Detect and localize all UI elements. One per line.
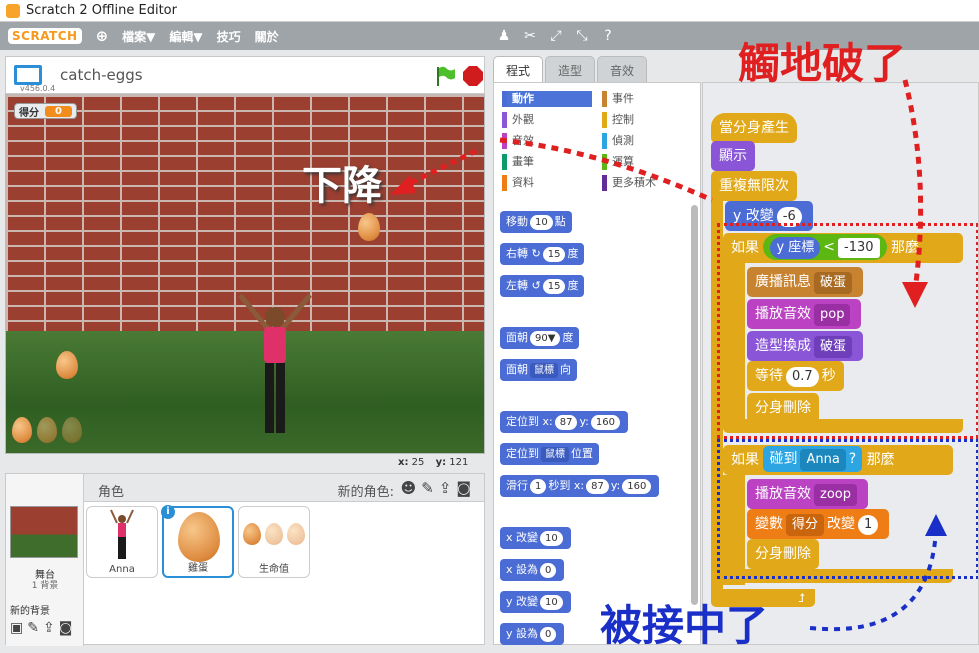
annotation-arrows [499,79,947,632]
caught-label: 被接中了 [600,601,769,650]
hit-ground-label: 觸地破了 [738,39,907,88]
